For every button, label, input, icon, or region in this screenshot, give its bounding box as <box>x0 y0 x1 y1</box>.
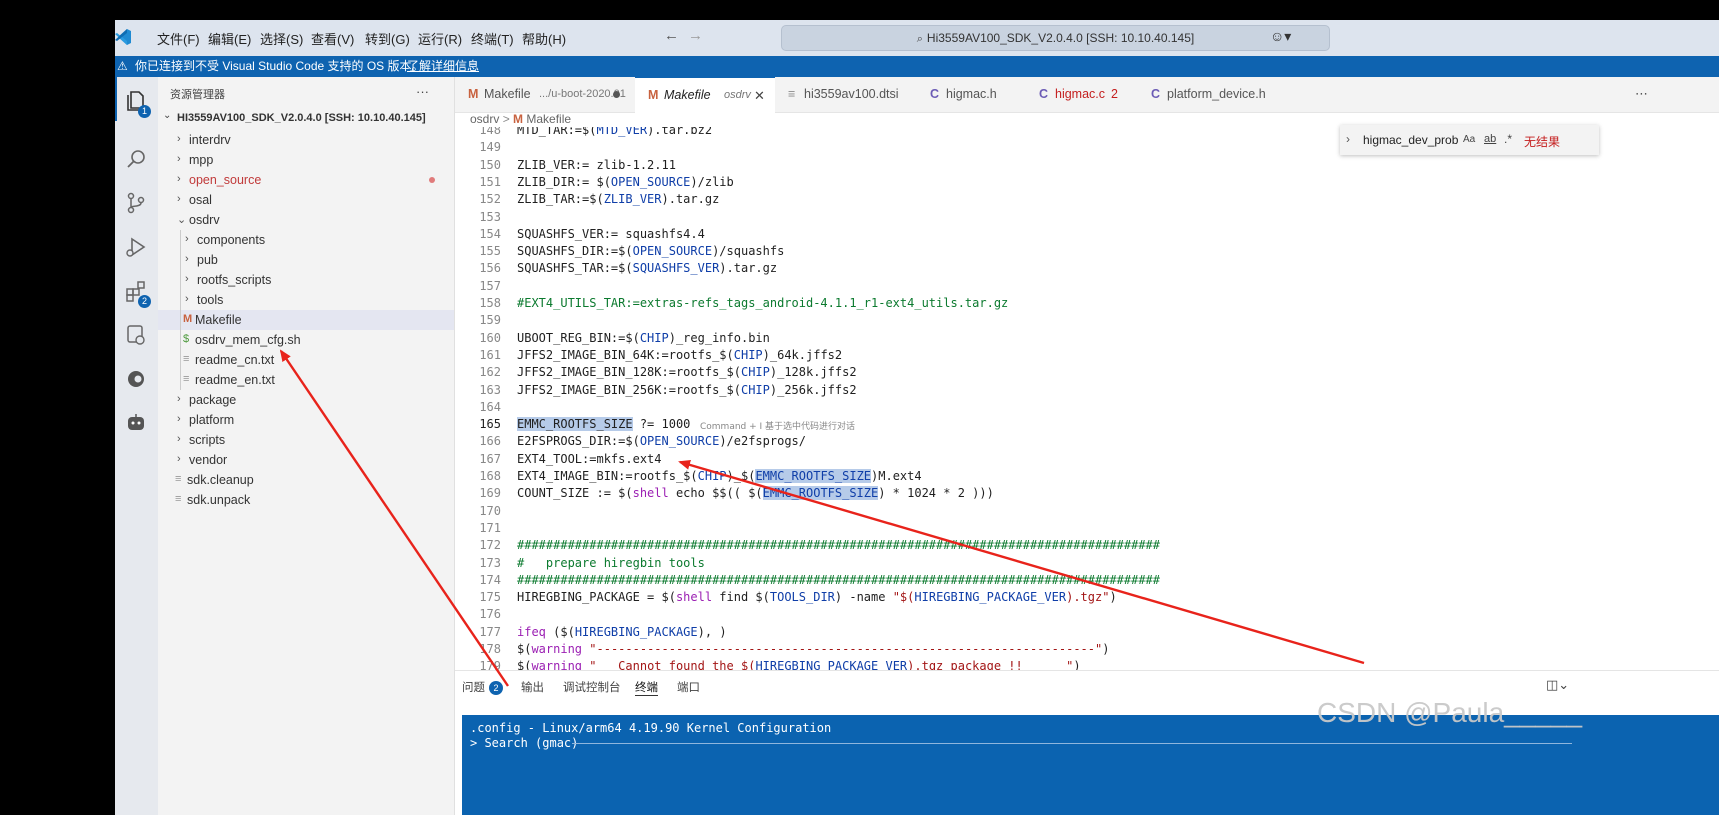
annotation-arrows <box>279 349 1365 687</box>
annotation-arrow <box>279 349 509 687</box>
annotation-arrow <box>678 460 1365 665</box>
